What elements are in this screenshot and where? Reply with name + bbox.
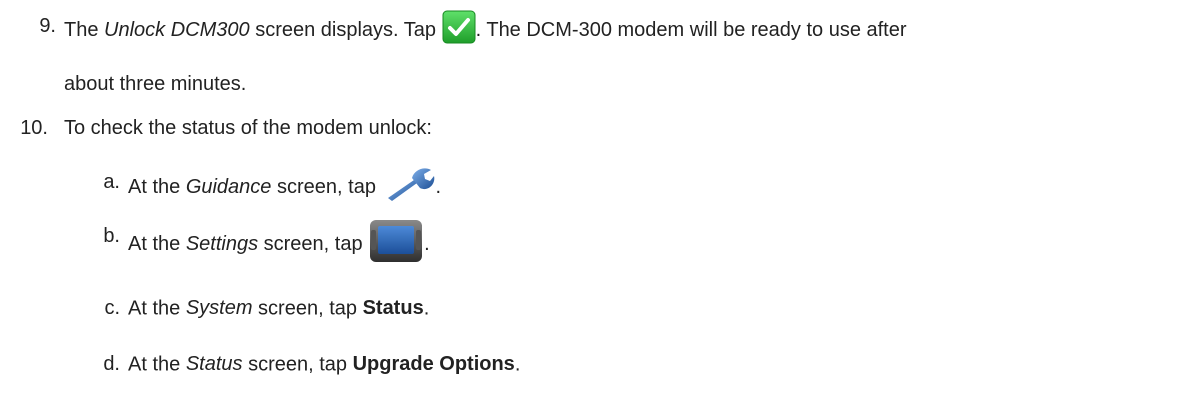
substep-letter: b.: [103, 225, 120, 247]
substep-text: At the System screen, tap Status.: [128, 297, 430, 320]
step-9: 9. The Unlock DCM300 screen displays. Ta…: [0, 10, 1180, 106]
substep-text: At the Status screen, tap Upgrade Option…: [128, 353, 521, 376]
substep-letter: c.: [104, 297, 120, 319]
substep-text: At the Guidance screen, tap .: [128, 164, 441, 210]
step-10: 10. To check the status of the modem unl…: [0, 116, 1180, 146]
upgrade-options-button-label: Upgrade Options: [352, 353, 515, 375]
step-text: The Unlock DCM300 screen displays. Tap .…: [64, 10, 907, 50]
green-checkmark-icon: [442, 10, 476, 50]
step-text-continued: about three minutes.: [64, 73, 247, 95]
status-button-label: Status: [362, 297, 424, 319]
substep-d: d. At the Status screen, tap Upgrade Opt…: [0, 352, 1180, 382]
substep-letter: d.: [103, 353, 120, 375]
substep-letter: a.: [103, 171, 120, 193]
step-number: 10.: [20, 117, 48, 139]
substep-text: At the Settings screen, tap .: [128, 218, 430, 270]
display-device-icon: [368, 218, 424, 270]
substep-c: c. At the System screen, tap Status.: [0, 296, 1180, 326]
step-number: 9.: [39, 15, 56, 37]
step-text: To check the status of the modem unlock:: [64, 117, 432, 139]
substep-a: a. At the Guidance screen, tap .: [0, 164, 1180, 210]
substep-b: b. At the Settings screen, tap .: [0, 218, 1180, 278]
wrench-icon: [382, 164, 436, 210]
